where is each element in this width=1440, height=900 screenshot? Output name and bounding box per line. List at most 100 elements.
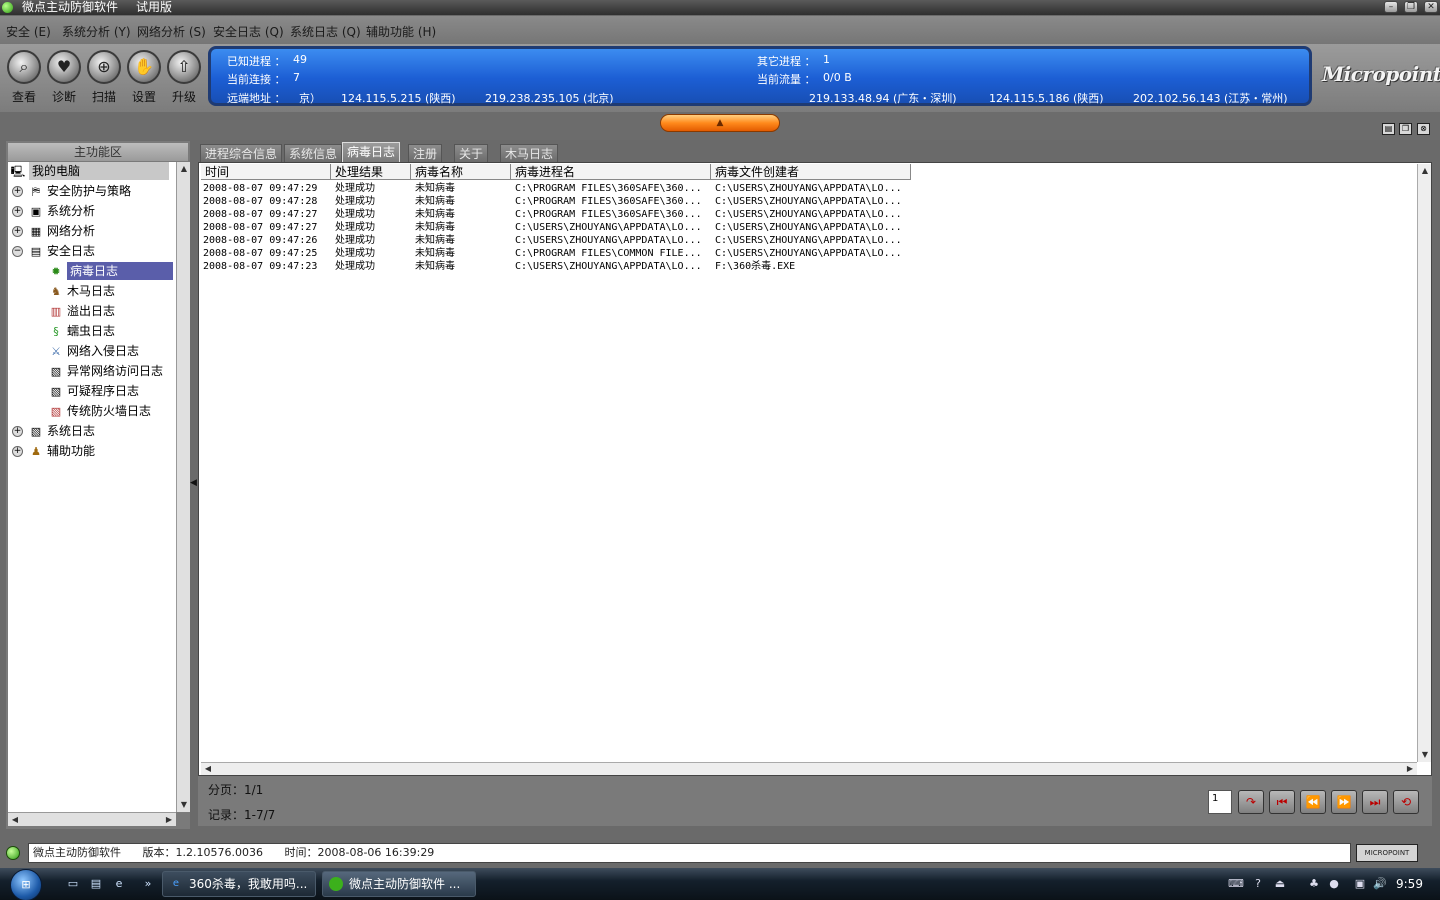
help-icon[interactable]: ? bbox=[1250, 877, 1266, 891]
expand-icon[interactable]: + bbox=[12, 426, 23, 437]
tree-item-worm-log[interactable]: § 蠕虫日志 bbox=[48, 322, 115, 340]
qq-icon[interactable]: ♣ bbox=[1306, 877, 1322, 891]
column-header-creator[interactable]: 病毒文件创建者 bbox=[711, 164, 911, 180]
record-indicator: 记录：1-7/7 bbox=[208, 808, 276, 822]
table-row[interactable]: 2008-08-07 09:47:27 处理成功 未知病毒 C:\PROGRAM FI… bbox=[201, 208, 1417, 221]
restore-button[interactable]: ❐ bbox=[1404, 1, 1418, 13]
tree-item-my-computer[interactable]: 🖳 我的电脑 bbox=[10, 162, 169, 180]
menu-network-analysis[interactable]: 网络分析 (S) bbox=[137, 23, 206, 40]
scroll-up-icon[interactable]: ▲ bbox=[1418, 164, 1432, 178]
close-view-icon[interactable]: ⊗ bbox=[1417, 123, 1430, 135]
tree-item-tools[interactable]: + ♟ 辅助功能 bbox=[12, 442, 95, 460]
page-number-input[interactable]: 1 bbox=[1208, 790, 1232, 814]
scroll-right-icon[interactable]: ▶ bbox=[162, 813, 176, 827]
table-cell: 未知病毒 bbox=[415, 209, 455, 220]
first-page-button[interactable]: ⏮ bbox=[1269, 790, 1295, 814]
go-page-button[interactable]: ↷ bbox=[1238, 790, 1264, 814]
tab-process-info[interactable]: 进程综合信息 bbox=[200, 144, 283, 162]
scan-button[interactable]: ⊕ 扫描 bbox=[85, 50, 123, 105]
upgrade-button[interactable]: ⇧ 升级 bbox=[165, 50, 203, 105]
tree-item-network-analysis[interactable]: + ▦ 网络分析 bbox=[12, 222, 95, 240]
table-horizontal-scrollbar[interactable]: ◀ ▶ bbox=[201, 762, 1417, 775]
column-header-time[interactable]: 时间 bbox=[201, 164, 331, 180]
expand-icon[interactable]: + bbox=[12, 206, 23, 217]
volume-icon[interactable]: 🔊 bbox=[1372, 877, 1388, 891]
status-bar: 微点主动防御软件 版本：1.2.10576.0036 时间：2008-08-06… bbox=[0, 840, 1440, 868]
tree-item-security-log[interactable]: − ▤ 安全日志 bbox=[12, 242, 95, 260]
menu-security[interactable]: 安全 (E) bbox=[6, 23, 51, 40]
column-header-result[interactable]: 处理结果 bbox=[331, 164, 411, 180]
refresh-button[interactable]: ⟲ bbox=[1393, 790, 1419, 814]
tab-about[interactable]: 关于 bbox=[454, 144, 489, 162]
next-page-button[interactable]: ⏩ bbox=[1331, 790, 1357, 814]
tree-item-virus-log[interactable]: ✹ 病毒日志 bbox=[48, 262, 173, 280]
tab-register[interactable]: 注册 bbox=[408, 144, 443, 162]
scroll-down-icon[interactable]: ▼ bbox=[177, 798, 191, 812]
diagnose-button[interactable]: ♥ 诊断 bbox=[45, 50, 83, 105]
shield-policy-icon: ⛿ bbox=[32, 184, 40, 198]
tree-horizontal-scrollbar[interactable]: ◀ ▶ bbox=[8, 812, 176, 826]
layout-icon[interactable]: ▤ bbox=[1382, 123, 1395, 135]
splitter-collapse-icon[interactable]: ◀ bbox=[190, 478, 198, 492]
menu-tools[interactable]: 辅助功能 (H) bbox=[366, 23, 436, 40]
show-desktop-icon[interactable]: ▭ bbox=[65, 877, 81, 891]
explorer-icon[interactable]: ▤ bbox=[88, 877, 104, 891]
tree-item-system-analysis[interactable]: + ▣ 系统分析 bbox=[12, 202, 95, 220]
usb-icon[interactable]: ⏏ bbox=[1272, 877, 1288, 891]
tree-item-firewall-log[interactable]: ▧ 传统防火墙日志 bbox=[48, 402, 151, 420]
menu-system-analysis[interactable]: 系统分析 (Y) bbox=[62, 23, 131, 40]
start-button[interactable]: ⊞ bbox=[10, 869, 42, 900]
tree-item-suspicious-program-log[interactable]: ▧ 可疑程序日志 bbox=[48, 382, 139, 400]
tree-item-overflow-log[interactable]: ▥ 溢出日志 bbox=[48, 302, 115, 320]
ie-icon[interactable]: e bbox=[111, 877, 127, 891]
taskbar-item-micropoint[interactable]: 微点主动防御软件 ... bbox=[322, 871, 476, 897]
table-vertical-scrollbar[interactable]: ▲ ▼ bbox=[1417, 164, 1431, 762]
table-row[interactable]: 2008-08-07 09:47:29 处理成功 未知病毒 C:\PROGRAM FI… bbox=[201, 182, 1417, 195]
collapse-icon[interactable]: − bbox=[12, 246, 23, 257]
system-log-icon: ▧ bbox=[30, 424, 42, 438]
collapse-panel-handle[interactable]: ▲ bbox=[660, 114, 780, 132]
table-row[interactable]: 2008-08-07 09:47:25 处理成功 未知病毒 C:\PROGRAM FI… bbox=[201, 247, 1417, 260]
column-header-process[interactable]: 病毒进程名 bbox=[511, 164, 711, 180]
settings-button[interactable]: ✋ 设置 bbox=[125, 50, 163, 105]
tab-system-info[interactable]: 系统信息 bbox=[284, 144, 343, 162]
table-row[interactable]: 2008-08-07 09:47:27 处理成功 未知病毒 C:\USERS\ZHOU… bbox=[201, 221, 1417, 234]
close-button[interactable]: ✕ bbox=[1424, 1, 1438, 13]
document-icon: ▧ bbox=[50, 364, 62, 378]
expand-icon[interactable]: + bbox=[12, 226, 23, 237]
expand-icon[interactable]: + bbox=[12, 446, 23, 457]
taskbar-item-browser[interactable]: e 360杀毒，我敢用吗... bbox=[162, 871, 316, 897]
menu-system-log[interactable]: 系统日志 (Q) bbox=[290, 23, 361, 40]
remote-address-3: 219.238.235.105 (北京) bbox=[485, 92, 614, 105]
tree-item-protection-policy[interactable]: + ⛿ 安全防护与策略 bbox=[12, 182, 131, 200]
table-row[interactable]: 2008-08-07 09:47:23 处理成功 未知病毒 C:\USERS\ZHOU… bbox=[201, 260, 1417, 273]
restore-view-icon[interactable]: ❐ bbox=[1399, 123, 1412, 135]
minimize-button[interactable]: – bbox=[1384, 1, 1398, 13]
table-row[interactable]: 2008-08-07 09:47:28 处理成功 未知病毒 C:\PROGRAM FI… bbox=[201, 195, 1417, 208]
tree-item-trojan-log[interactable]: ♞ 木马日志 bbox=[48, 282, 115, 300]
tree-item-system-log[interactable]: + ▧ 系统日志 bbox=[12, 422, 95, 440]
scroll-up-icon[interactable]: ▲ bbox=[177, 162, 191, 176]
table-cell: 2008-08-07 09:47:27 bbox=[203, 209, 318, 220]
tree-item-intrusion-log[interactable]: ⚔ 网络入侵日志 bbox=[48, 342, 139, 360]
tab-virus-log[interactable]: 病毒日志 bbox=[342, 142, 401, 162]
keyboard-icon[interactable]: ⌨ bbox=[1228, 877, 1244, 891]
table-cell: C:\USERS\ZHOUYANG\APPDATA\LO... bbox=[515, 222, 702, 233]
quicklaunch-more-icon[interactable]: » bbox=[140, 877, 156, 891]
view-button[interactable]: ⌕ 查看 bbox=[5, 50, 43, 105]
column-header-virus-name[interactable]: 病毒名称 bbox=[411, 164, 511, 180]
scroll-down-icon[interactable]: ▼ bbox=[1418, 748, 1432, 762]
scroll-right-icon[interactable]: ▶ bbox=[1403, 762, 1417, 776]
previous-page-button[interactable]: ⏪ bbox=[1300, 790, 1326, 814]
menu-security-log[interactable]: 安全日志 (Q) bbox=[213, 23, 284, 40]
tree-vertical-scrollbar[interactable]: ▲ ▼ bbox=[176, 162, 190, 812]
scroll-left-icon[interactable]: ◀ bbox=[8, 813, 22, 827]
tab-trojan-log[interactable]: 木马日志 bbox=[500, 144, 559, 162]
network-tray-icon[interactable]: ▣ bbox=[1352, 877, 1368, 891]
tree-item-abnormal-access-log[interactable]: ▧ 异常网络访问日志 bbox=[48, 362, 163, 380]
expand-icon[interactable]: + bbox=[12, 186, 23, 197]
last-page-button[interactable]: ⏭ bbox=[1362, 790, 1388, 814]
table-row[interactable]: 2008-08-07 09:47:26 处理成功 未知病毒 C:\USERS\ZHOU… bbox=[201, 234, 1417, 247]
security-tray-icon[interactable]: ● bbox=[1326, 877, 1342, 891]
scroll-left-icon[interactable]: ◀ bbox=[201, 762, 215, 776]
